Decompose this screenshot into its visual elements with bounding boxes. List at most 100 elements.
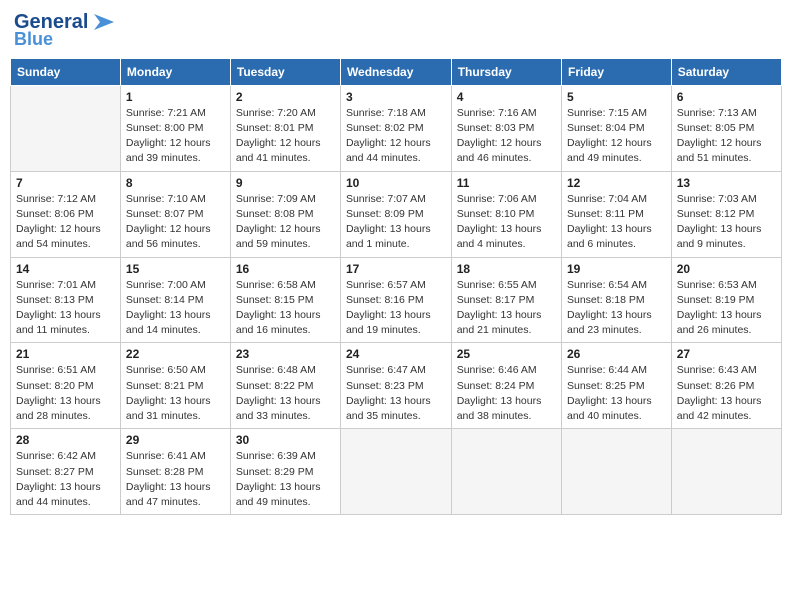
- day-number: 13: [677, 176, 776, 190]
- calendar-cell: 22Sunrise: 6:50 AMSunset: 8:21 PMDayligh…: [120, 343, 230, 429]
- day-info: Sunrise: 7:09 AMSunset: 8:08 PMDaylight:…: [236, 192, 335, 253]
- calendar-week-row: 7Sunrise: 7:12 AMSunset: 8:06 PMDaylight…: [11, 171, 782, 257]
- day-info: Sunrise: 6:55 AMSunset: 8:17 PMDaylight:…: [457, 278, 556, 339]
- calendar-cell: 26 Sunrise: 6:44 AMSunset: 8:25 PMDayligh…: [562, 343, 672, 429]
- logo-text-blue: Blue: [14, 30, 53, 50]
- day-info: Sunrise: 7:12 AMSunset: 8:06 PMDaylight:…: [16, 192, 115, 253]
- calendar-cell: 24 Sunrise: 6:47 AMSunset: 8:23 PMDayligh…: [340, 343, 451, 429]
- day-number: 23: [236, 347, 335, 361]
- day-info: Sunrise: 6:53 AMSunset: 8:19 PMDaylight:…: [677, 278, 776, 339]
- day-info: Sunrise: 7:06 AMSunset: 8:10 PMDaylight:…: [457, 192, 556, 253]
- calendar-cell: 13 Sunrise: 7:03 AMSunset: 8:12 PMDayligh…: [671, 171, 781, 257]
- day-info: Sunrise: 6:58 AMSunset: 8:15 PMDaylight:…: [236, 278, 335, 339]
- day-number: 12: [567, 176, 666, 190]
- calendar-cell: 29 Sunrise: 6:41 AMSunset: 8:28 PMDayligh…: [120, 429, 230, 515]
- day-info: Sunrise: 7:20 AMSunset: 8:01 PMDaylight:…: [236, 106, 335, 167]
- day-info: Sunrise: 6:41 AMSunset: 8:28 PMDaylight:…: [126, 449, 225, 510]
- day-number: 26: [567, 347, 666, 361]
- day-number: 15: [126, 262, 225, 276]
- calendar-cell: 28 Sunrise: 6:42 AMSunset: 8:27 PMDayligh…: [11, 429, 121, 515]
- calendar-week-row: 1 Sunrise: 7:21 AMSunset: 8:00 PMDaylight…: [11, 85, 782, 171]
- day-number: 8: [126, 176, 225, 190]
- day-info: Sunrise: 6:42 AMSunset: 8:27 PMDaylight:…: [16, 449, 115, 510]
- calendar-cell: 5 Sunrise: 7:15 AMSunset: 8:04 PMDaylight…: [562, 85, 672, 171]
- logo-arrow-icon: [90, 10, 118, 34]
- calendar-cell: 12 Sunrise: 7:04 AMSunset: 8:11 PMDayligh…: [562, 171, 672, 257]
- day-info: Sunrise: 7:16 AMSunset: 8:03 PMDaylight:…: [457, 106, 556, 167]
- calendar-cell: 27 Sunrise: 6:43 AMSunset: 8:26 PMDayligh…: [671, 343, 781, 429]
- logo: General Blue: [14, 10, 118, 50]
- day-number: 1: [126, 90, 225, 104]
- day-number: 4: [457, 90, 556, 104]
- calendar-cell: 1 Sunrise: 7:21 AMSunset: 8:00 PMDaylight…: [120, 85, 230, 171]
- day-info: Sunrise: 7:18 AMSunset: 8:02 PMDaylight:…: [346, 106, 446, 167]
- day-info: Sunrise: 6:51 AMSunset: 8:20 PMDaylight:…: [16, 363, 115, 424]
- day-number: 10: [346, 176, 446, 190]
- day-number: 14: [16, 262, 115, 276]
- day-info: Sunrise: 7:03 AMSunset: 8:12 PMDaylight:…: [677, 192, 776, 253]
- calendar-cell: [562, 429, 672, 515]
- calendar-cell: 11 Sunrise: 7:06 AMSunset: 8:10 PMDayligh…: [451, 171, 561, 257]
- calendar-cell: 21 Sunrise: 6:51 AMSunset: 8:20 PMDayligh…: [11, 343, 121, 429]
- day-info: Sunrise: 7:15 AMSunset: 8:04 PMDaylight:…: [567, 106, 666, 167]
- day-info: Sunrise: 7:07 AMSunset: 8:09 PMDaylight:…: [346, 192, 446, 253]
- calendar-week-row: 21 Sunrise: 6:51 AMSunset: 8:20 PMDayligh…: [11, 343, 782, 429]
- calendar-cell: 4 Sunrise: 7:16 AMSunset: 8:03 PMDaylight…: [451, 85, 561, 171]
- day-number: 19: [567, 262, 666, 276]
- weekday-header-friday: Friday: [562, 58, 672, 85]
- day-number: 17: [346, 262, 446, 276]
- calendar-header-row: SundayMondayTuesdayWednesdayThursdayFrid…: [11, 58, 782, 85]
- day-info: Sunrise: 6:50 AMSunset: 8:21 PMDaylight:…: [126, 363, 225, 424]
- calendar-cell: 7Sunrise: 7:12 AMSunset: 8:06 PMDaylight…: [11, 171, 121, 257]
- day-number: 9: [236, 176, 335, 190]
- day-number: 24: [346, 347, 446, 361]
- day-info: Sunrise: 7:10 AMSunset: 8:07 PMDaylight:…: [126, 192, 225, 253]
- calendar-week-row: 28 Sunrise: 6:42 AMSunset: 8:27 PMDayligh…: [11, 429, 782, 515]
- calendar-cell: 9 Sunrise: 7:09 AMSunset: 8:08 PMDaylight…: [230, 171, 340, 257]
- calendar-cell: 15 Sunrise: 7:00 AMSunset: 8:14 PMDayligh…: [120, 257, 230, 343]
- weekday-header-wednesday: Wednesday: [340, 58, 451, 85]
- day-info: Sunrise: 6:43 AMSunset: 8:26 PMDaylight:…: [677, 363, 776, 424]
- day-number: 18: [457, 262, 556, 276]
- day-number: 28: [16, 433, 115, 447]
- day-info: Sunrise: 7:00 AMSunset: 8:14 PMDaylight:…: [126, 278, 225, 339]
- calendar-cell: [451, 429, 561, 515]
- calendar-cell: 8 Sunrise: 7:10 AMSunset: 8:07 PMDaylight…: [120, 171, 230, 257]
- day-number: 6: [677, 90, 776, 104]
- day-number: 21: [16, 347, 115, 361]
- day-number: 29: [126, 433, 225, 447]
- calendar-cell: 14 Sunrise: 7:01 AMSunset: 8:13 PMDayligh…: [11, 257, 121, 343]
- day-number: 25: [457, 347, 556, 361]
- day-number: 30: [236, 433, 335, 447]
- day-info: Sunrise: 7:01 AMSunset: 8:13 PMDaylight:…: [16, 278, 115, 339]
- day-number: 2: [236, 90, 335, 104]
- page-header: General Blue: [10, 10, 782, 50]
- calendar-cell: 17Sunrise: 6:57 AMSunset: 8:16 PMDayligh…: [340, 257, 451, 343]
- calendar-cell: 25 Sunrise: 6:46 AMSunset: 8:24 PMDayligh…: [451, 343, 561, 429]
- weekday-header-thursday: Thursday: [451, 58, 561, 85]
- calendar-cell: [671, 429, 781, 515]
- day-number: 27: [677, 347, 776, 361]
- day-number: 11: [457, 176, 556, 190]
- day-info: Sunrise: 6:44 AMSunset: 8:25 PMDaylight:…: [567, 363, 666, 424]
- day-info: Sunrise: 6:47 AMSunset: 8:23 PMDaylight:…: [346, 363, 446, 424]
- weekday-header-monday: Monday: [120, 58, 230, 85]
- calendar-cell: 3Sunrise: 7:18 AMSunset: 8:02 PMDaylight…: [340, 85, 451, 171]
- calendar-cell: 20 Sunrise: 6:53 AMSunset: 8:19 PMDayligh…: [671, 257, 781, 343]
- day-info: Sunrise: 7:04 AMSunset: 8:11 PMDaylight:…: [567, 192, 666, 253]
- day-number: 5: [567, 90, 666, 104]
- calendar-cell: 10 Sunrise: 7:07 AMSunset: 8:09 PMDayligh…: [340, 171, 451, 257]
- calendar-cell: 16Sunrise: 6:58 AMSunset: 8:15 PMDayligh…: [230, 257, 340, 343]
- day-info: Sunrise: 6:46 AMSunset: 8:24 PMDaylight:…: [457, 363, 556, 424]
- day-number: 20: [677, 262, 776, 276]
- calendar-cell: [11, 85, 121, 171]
- day-info: Sunrise: 6:54 AMSunset: 8:18 PMDaylight:…: [567, 278, 666, 339]
- calendar-cell: 6 Sunrise: 7:13 AMSunset: 8:05 PMDaylight…: [671, 85, 781, 171]
- calendar-cell: 2 Sunrise: 7:20 AMSunset: 8:01 PMDaylight…: [230, 85, 340, 171]
- calendar-cell: 23 Sunrise: 6:48 AMSunset: 8:22 PMDayligh…: [230, 343, 340, 429]
- weekday-header-sunday: Sunday: [11, 58, 121, 85]
- day-info: Sunrise: 7:13 AMSunset: 8:05 PMDaylight:…: [677, 106, 776, 167]
- day-info: Sunrise: 7:21 AMSunset: 8:00 PMDaylight:…: [126, 106, 225, 167]
- calendar-cell: 30Sunrise: 6:39 AMSunset: 8:29 PMDayligh…: [230, 429, 340, 515]
- day-info: Sunrise: 6:48 AMSunset: 8:22 PMDaylight:…: [236, 363, 335, 424]
